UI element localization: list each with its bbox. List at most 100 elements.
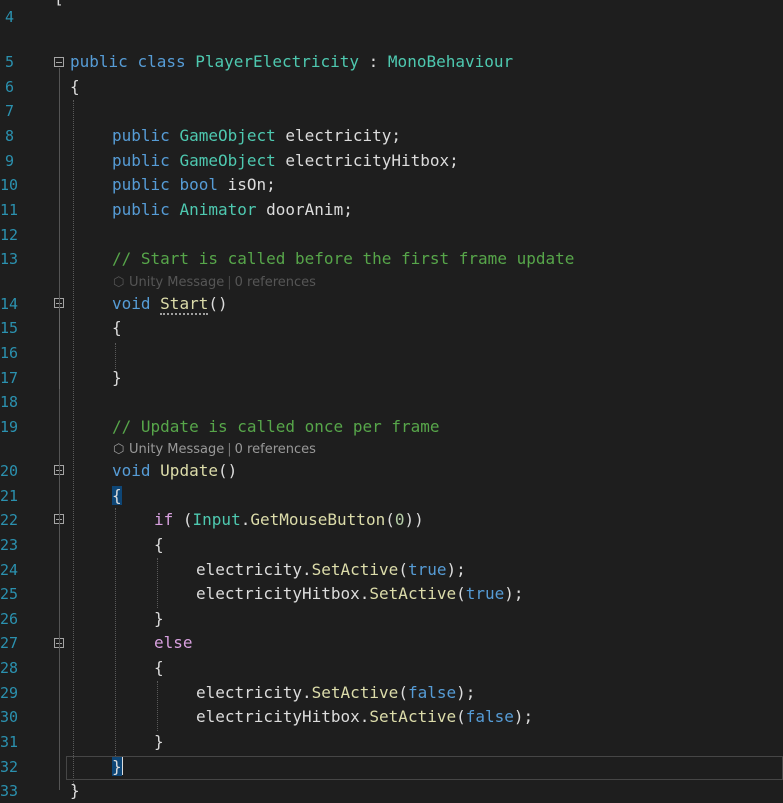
parens: () [217, 461, 238, 480]
setactive-true-line[interactable]: electricity.SetActive(true); [196, 558, 466, 582]
line-number: 11 [0, 201, 19, 219]
line-number: 22 [0, 511, 19, 529]
if-open-brace[interactable]: { [154, 533, 164, 557]
codelens-unity-message[interactable]: Unity Message [129, 442, 224, 457]
line-number: 21 [0, 487, 19, 505]
method-getmousebutton: GetMouseButton [250, 510, 386, 529]
indent-guide [157, 558, 158, 608]
method-setactive: SetActive [369, 584, 457, 603]
else-line[interactable]: else [154, 631, 193, 655]
if-line[interactable]: if (Input.GetMouseButton(0)) [154, 508, 424, 532]
object-name: electricityHitbox [196, 707, 360, 726]
object-name: electricity [196, 683, 302, 702]
line-number: 26 [0, 610, 19, 628]
field-line[interactable]: public bool isOn; [112, 173, 276, 197]
else-open-brace[interactable]: { [154, 656, 164, 680]
setactive-false-line[interactable]: electricityHitbox.SetActive(false); [196, 705, 533, 729]
start-method-line[interactable]: void Start() [112, 292, 228, 316]
keyword-void: void [112, 461, 151, 480]
else-close-brace[interactable]: } [154, 730, 164, 754]
start-close-brace[interactable]: } [112, 366, 122, 390]
codelens-update[interactable]: ⬡ Unity Message | 0 references [113, 440, 316, 460]
field-type: GameObject [179, 151, 276, 170]
update-close-brace[interactable]: } [112, 755, 123, 779]
input-class: Input [192, 510, 241, 529]
field-type: bool [179, 175, 218, 194]
indent-guide [157, 681, 158, 731]
line-number: 13 [0, 250, 19, 268]
dot: . [240, 510, 251, 529]
field-type: Animator [179, 200, 257, 219]
indent-guide [73, 100, 74, 790]
line-number: 29 [0, 684, 19, 702]
line-number: 20 [0, 462, 19, 480]
object-name: electricity [196, 560, 302, 579]
current-line-highlight [66, 756, 783, 780]
base-class-name: MonoBehaviour [387, 52, 514, 71]
line-number: 27 [0, 634, 19, 652]
bool-literal: false [465, 707, 514, 726]
setactive-true-line[interactable]: electricityHitbox.SetActive(true); [196, 582, 524, 606]
matched-brace: } [112, 757, 122, 776]
method-name-update: Update [160, 461, 218, 480]
line-number: 28 [0, 659, 19, 677]
method-name-start: Start [160, 294, 209, 315]
comment-start[interactable]: // Start is called before the first fram… [112, 247, 574, 271]
field-line[interactable]: public GameObject electricityHitbox; [112, 149, 459, 173]
line-number: 9 [4, 152, 14, 170]
keyword-if: if [154, 510, 174, 529]
line-number: 19 [0, 418, 19, 436]
collapse-class-toggle[interactable] [54, 57, 64, 67]
update-method-line[interactable]: void Update() [112, 459, 237, 483]
line-number: 24 [0, 561, 19, 579]
parens: () [208, 294, 228, 313]
line-number: 23 [0, 536, 19, 554]
field-type: GameObject [179, 126, 276, 145]
code-editor[interactable]: [ 4 5 6 7 8 9 10 11 12 13 14 15 16 17 18… [0, 0, 783, 802]
bool-literal: true [407, 560, 447, 579]
line-number: 30 [0, 708, 19, 726]
keyword-void: void [112, 294, 151, 313]
method-setactive: SetActive [311, 683, 399, 702]
field-name: electricityHitbox; [275, 151, 459, 170]
unity-cube-icon: ⬡ [113, 275, 125, 290]
line-number: 25 [0, 585, 19, 603]
bool-literal: true [465, 584, 505, 603]
class-close-brace[interactable]: } [70, 779, 80, 803]
field-name: doorAnim; [256, 200, 353, 219]
keyword-public: public [112, 151, 170, 170]
codelens-references[interactable]: 0 references [235, 275, 316, 290]
line-number: 32 [0, 758, 19, 776]
class-declaration-line[interactable]: public class PlayerElectricity : MonoBeh… [70, 50, 513, 74]
method-setactive: SetActive [369, 707, 457, 726]
method-setactive: SetActive [311, 560, 399, 579]
text-caret [121, 757, 123, 775]
line-number: 8 [4, 127, 14, 145]
start-open-brace[interactable]: { [112, 316, 122, 340]
outline-line [59, 68, 60, 790]
line-number: 16 [0, 344, 19, 362]
line-number: 6 [4, 78, 14, 96]
update-open-brace[interactable]: { [112, 484, 122, 508]
paren: ( [385, 510, 395, 529]
codelens-unity-message[interactable]: Unity Message [129, 275, 224, 290]
line-number: 5 [4, 53, 14, 71]
outline-line [59, 309, 60, 389]
keyword-public: public [112, 200, 170, 219]
field-line[interactable]: public Animator doorAnim; [112, 198, 353, 222]
field-line[interactable]: public GameObject electricity; [112, 124, 401, 148]
comment-update[interactable]: // Update is called once per frame [112, 415, 440, 439]
partial-top-line: [ [54, 0, 64, 10]
line-number: 33 [0, 782, 19, 800]
field-name: isOn; [217, 175, 276, 194]
line-number: 14 [0, 295, 19, 313]
codelens-references[interactable]: 0 references [235, 442, 316, 457]
setactive-false-line[interactable]: electricity.SetActive(false); [196, 681, 475, 705]
if-close-brace[interactable]: } [154, 607, 164, 631]
paren: )) [404, 510, 424, 529]
paren: ( [173, 510, 193, 529]
class-open-brace[interactable]: { [70, 75, 80, 99]
codelens-start[interactable]: ⬡ Unity Message | 0 references [113, 273, 316, 293]
field-name: electricity; [275, 126, 401, 145]
object-name: electricityHitbox [196, 584, 360, 603]
